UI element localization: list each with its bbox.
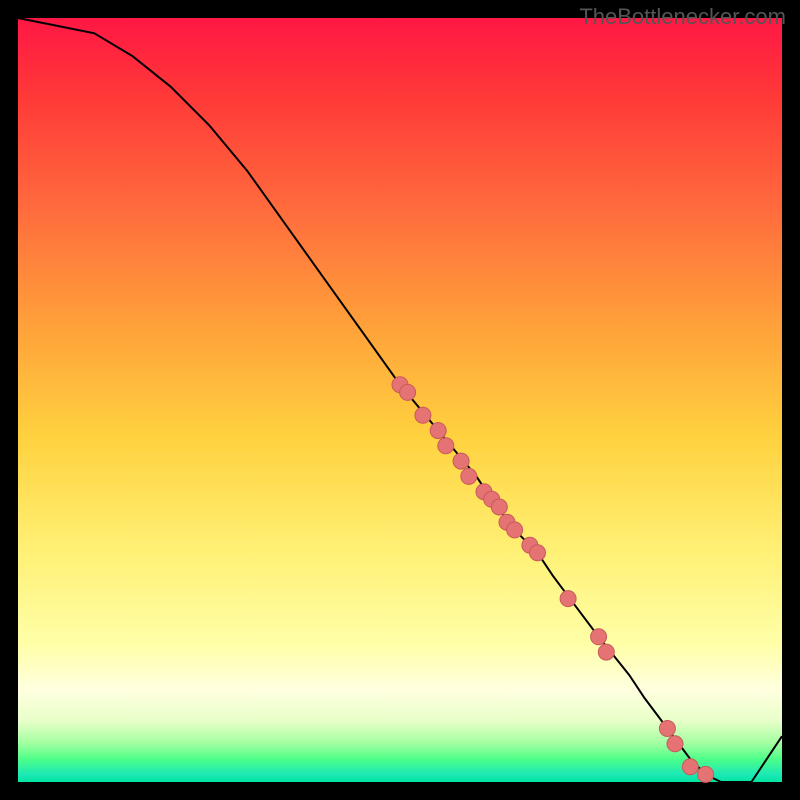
data-point	[507, 522, 523, 538]
watermark-text: TheBottlenecker.com	[579, 4, 786, 30]
bottleneck-curve	[18, 18, 782, 782]
data-point	[682, 759, 698, 775]
data-point	[598, 644, 614, 660]
data-point	[438, 438, 454, 454]
chart-overlay	[18, 18, 782, 782]
data-point	[591, 629, 607, 645]
data-points	[392, 377, 714, 783]
data-point	[667, 736, 683, 752]
data-point	[659, 721, 675, 737]
data-point	[461, 468, 477, 484]
data-point	[415, 407, 431, 423]
data-point	[560, 591, 576, 607]
data-point	[530, 545, 546, 561]
data-point	[430, 423, 446, 439]
data-point	[491, 499, 507, 515]
data-point	[453, 453, 469, 469]
data-point	[698, 766, 714, 782]
data-point	[400, 384, 416, 400]
